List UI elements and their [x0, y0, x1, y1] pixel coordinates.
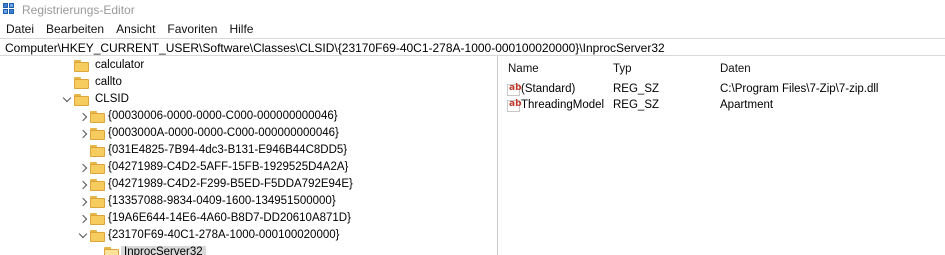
- value-name: (Standard): [521, 83, 576, 95]
- folder-icon: [74, 60, 89, 72]
- values-pane: Name Typ Daten ab (Standard) REG_SZ C:\P…: [500, 56, 945, 255]
- tree-item-clsid-entry[interactable]: {0003000A-0000-0000-C000-000000000046}: [0, 126, 497, 143]
- string-value-icon: ab: [507, 99, 522, 112]
- tree-item-callto[interactable]: callto: [0, 75, 497, 92]
- tree-item-clsid-entry[interactable]: {13357088-9834-0409-1600-134951500000}: [0, 194, 497, 211]
- folder-icon: [90, 145, 105, 157]
- key-tree: calculator callto CLSID {00030006-0000-0…: [0, 56, 498, 255]
- tree-item-label: {031E4825-7B94-4dc3-B131-E946B44C8DD5}: [108, 144, 348, 156]
- value-row[interactable]: ab (Standard) REG_SZ C:\Program Files\7-…: [500, 82, 945, 99]
- chevron-right-icon[interactable]: [78, 128, 88, 140]
- value-data: C:\Program Files\7-Zip\7-zip.dll: [720, 83, 879, 95]
- column-header-data[interactable]: Daten: [720, 63, 751, 75]
- tree-item-clsid-entry[interactable]: {00030006-0000-0000-C000-000000000046}: [0, 109, 497, 126]
- tree-item-calculator[interactable]: calculator: [0, 58, 497, 75]
- tree-item-label: {23170F69-40C1-278A-1000-000100020000}: [108, 229, 340, 241]
- chevron-down-icon[interactable]: [62, 94, 72, 106]
- column-header-type[interactable]: Typ: [613, 63, 632, 75]
- value-type: REG_SZ: [613, 83, 660, 95]
- tree-item-label: {04271989-C4D2-F299-B5ED-F5DDA792E94E}: [108, 178, 353, 190]
- chevron-right-icon[interactable]: [78, 196, 88, 208]
- tree-item-label: CLSID: [95, 93, 129, 105]
- value-row[interactable]: ab ThreadingModel REG_SZ Apartment: [500, 98, 945, 115]
- column-header-name[interactable]: Name: [508, 63, 539, 75]
- tree-item-label: {13357088-9834-0409-1600-134951500000}: [108, 195, 336, 207]
- menu-ansicht[interactable]: Ansicht: [110, 20, 161, 38]
- tree-item-label: {00030006-0000-0000-C000-000000000046}: [108, 110, 338, 122]
- address-bar[interactable]: Computer\HKEY_CURRENT_USER\Software\Clas…: [0, 38, 945, 56]
- tree-item-label: InprocServer32: [121, 246, 206, 255]
- folder-icon: [74, 77, 89, 89]
- tree-item-label: callto: [95, 76, 122, 88]
- menu-bar: Datei Bearbeiten Ansicht Favoriten Hilfe: [0, 20, 945, 38]
- window-title: Registrierungs-Editor: [22, 3, 135, 17]
- folder-icon: [90, 111, 105, 123]
- folder-icon: [90, 230, 105, 242]
- address-path[interactable]: Computer\HKEY_CURRENT_USER\Software\Clas…: [5, 41, 665, 55]
- chevron-right-icon[interactable]: [78, 179, 88, 191]
- chevron-right-icon[interactable]: [78, 162, 88, 174]
- tree-item-label: {0003000A-0000-0000-C000-000000000046}: [108, 127, 339, 139]
- folder-icon: [90, 196, 105, 208]
- open-folder-icon: [104, 247, 119, 255]
- value-data: Apartment: [720, 99, 774, 111]
- chevron-down-icon[interactable]: [78, 230, 88, 242]
- folder-icon: [90, 162, 105, 174]
- value-name: ThreadingModel: [521, 99, 605, 111]
- tree-item-clsid-entry[interactable]: {04271989-C4D2-5AFF-15FB-1929525D4A2A}: [0, 160, 497, 177]
- menu-hilfe[interactable]: Hilfe: [223, 20, 259, 38]
- folder-icon: [90, 213, 105, 225]
- tree-item-clsid-entry[interactable]: {04271989-C4D2-F299-B5ED-F5DDA792E94E}: [0, 177, 497, 194]
- tree-item-label: {19A6E644-14E6-4A60-B8D7-DD20610A871D}: [108, 212, 351, 224]
- folder-icon: [74, 94, 89, 106]
- menu-datei[interactable]: Datei: [0, 20, 40, 38]
- chevron-right-icon[interactable]: [78, 213, 88, 225]
- tree-item-label: calculator: [95, 59, 145, 71]
- menu-bearbeiten[interactable]: Bearbeiten: [40, 20, 110, 38]
- regedit-icon: [3, 3, 15, 15]
- tree-item-7zip-clsid[interactable]: {23170F69-40C1-278A-1000-000100020000}: [0, 228, 497, 245]
- chevron-right-icon[interactable]: [78, 111, 88, 123]
- tree-item-clsid[interactable]: CLSID: [0, 92, 497, 109]
- tree-item-inprocserver32[interactable]: InprocServer32: [0, 245, 497, 255]
- tree-item-label: {04271989-C4D2-5AFF-15FB-1929525D4A2A}: [108, 161, 349, 173]
- title-bar: Registrierungs-Editor: [0, 0, 945, 20]
- folder-icon: [90, 128, 105, 140]
- string-value-icon: ab: [507, 83, 522, 96]
- folder-icon: [90, 179, 105, 191]
- tree-item-clsid-entry[interactable]: {031E4825-7B94-4dc3-B131-E946B44C8DD5}: [0, 143, 497, 160]
- value-type: REG_SZ: [613, 99, 660, 111]
- menu-favoriten[interactable]: Favoriten: [161, 20, 223, 38]
- tree-item-clsid-entry[interactable]: {19A6E644-14E6-4A60-B8D7-DD20610A871D}: [0, 211, 497, 228]
